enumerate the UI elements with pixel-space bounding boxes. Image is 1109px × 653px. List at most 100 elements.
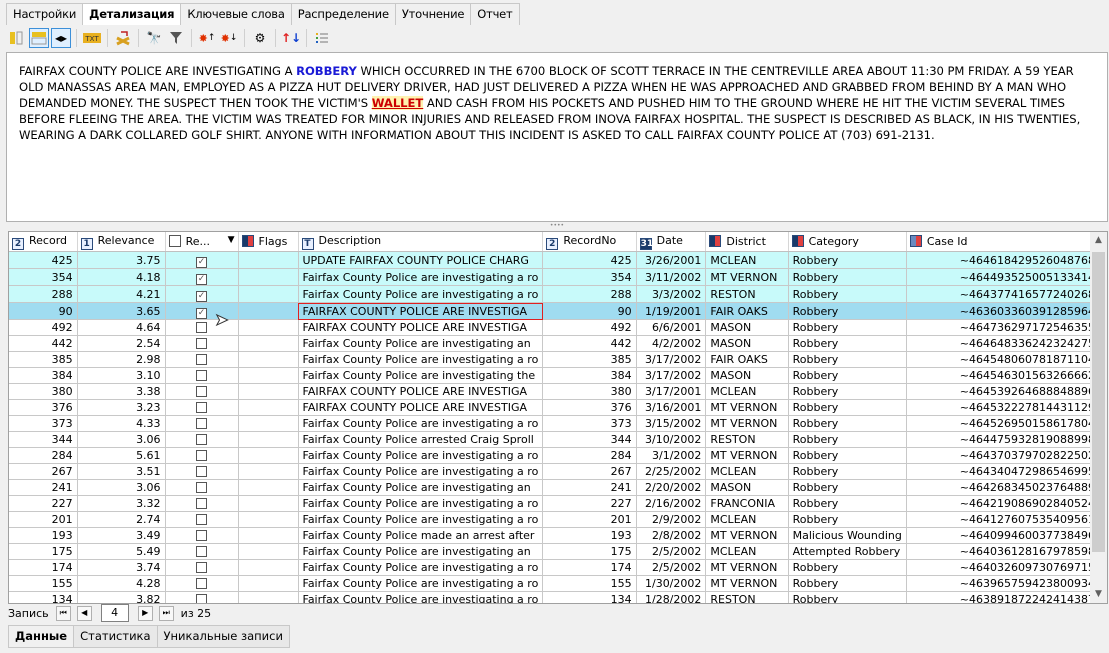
unchecked-checkbox[interactable]: [196, 338, 208, 349]
cell-caseid[interactable]: ~4644935250051334144: [906, 268, 1107, 286]
cell-recordno[interactable]: 175: [542, 543, 637, 560]
cell-caseid[interactable]: ~4639657594238009344: [906, 575, 1107, 592]
cell-flags[interactable]: [238, 591, 299, 603]
cell-record[interactable]: 174: [9, 559, 78, 576]
unchecked-checkbox[interactable]: [196, 386, 208, 397]
unchecked-checkbox[interactable]: [196, 434, 208, 445]
cell-caseid[interactable]: ~4642683450237648896: [906, 479, 1107, 496]
table-row[interactable]: 155 4.28 Fairfax County Police are investi…: [9, 575, 1107, 592]
cell-caseid[interactable]: ~4641276075354095616: [906, 511, 1107, 528]
cell-flags[interactable]: [238, 285, 299, 303]
cell-category[interactable]: Robbery: [788, 479, 907, 496]
cell-selected[interactable]: [165, 447, 239, 464]
cell-district[interactable]: MCLEAN: [705, 251, 789, 269]
cell-record[interactable]: 175: [9, 543, 78, 560]
table-row[interactable]: 442 2.54 Fairfax County Police are investi…: [9, 335, 1107, 352]
cell-district[interactable]: FAIR OAKS: [705, 351, 789, 368]
tab-data[interactable]: Данные: [8, 625, 75, 648]
cell-flags[interactable]: [238, 479, 299, 496]
cell-caseid[interactable]: ~4643774165772402688: [906, 285, 1107, 303]
cell-flags[interactable]: [238, 463, 299, 480]
cell-relevance[interactable]: 3.65: [77, 302, 166, 320]
cell-selected[interactable]: [165, 591, 239, 603]
cell-description[interactable]: Fairfax County Police arrested Craig Spr…: [298, 431, 544, 448]
cell-category[interactable]: Robbery: [788, 431, 907, 448]
cell-category[interactable]: Robbery: [788, 591, 907, 603]
cell-date[interactable]: 3/26/2001: [636, 251, 707, 269]
column-header-recordno[interactable]: 2 RecordNo: [542, 232, 637, 252]
cell-relevance[interactable]: 4.18: [77, 268, 166, 286]
sort-icon[interactable]: ↑ ↓: [281, 28, 301, 48]
cell-selected[interactable]: ✓: [165, 268, 239, 286]
unchecked-checkbox[interactable]: [196, 322, 208, 333]
cell-category[interactable]: Robbery: [788, 351, 907, 368]
cell-selected[interactable]: [165, 367, 239, 384]
cell-caseid[interactable]: ~4642190869028405248: [906, 495, 1107, 512]
cell-recordno[interactable]: 241: [542, 479, 637, 496]
cell-date[interactable]: 2/25/2002: [636, 463, 707, 480]
settings-gear-icon[interactable]: ⚙: [250, 28, 270, 48]
cell-district[interactable]: MASON: [705, 479, 789, 496]
cell-record[interactable]: 373: [9, 415, 78, 432]
cell-selected[interactable]: [165, 495, 239, 512]
cell-caseid[interactable]: ~4643404729865469952: [906, 463, 1107, 480]
cell-flags[interactable]: [238, 495, 299, 512]
cell-relevance[interactable]: 3.38: [77, 383, 166, 400]
cell-description[interactable]: Fairfax County Police are investigating …: [298, 351, 544, 368]
cell-caseid[interactable]: ~4645269501586178048: [906, 415, 1107, 432]
tab-statistics[interactable]: Статистика: [73, 625, 158, 648]
scroll-up-icon[interactable]: ▲: [1090, 232, 1107, 249]
cell-district[interactable]: MASON: [705, 335, 789, 352]
table-row[interactable]: 288 4.21 ✓ Fairfax County Police are invest…: [9, 285, 1107, 303]
cell-date[interactable]: 3/1/2002: [636, 447, 707, 464]
cell-category[interactable]: Robbery: [788, 463, 907, 480]
unchecked-checkbox[interactable]: [196, 466, 208, 477]
cell-recordno[interactable]: 354: [542, 268, 637, 286]
table-view-icon[interactable]: [29, 28, 49, 48]
cell-description[interactable]: FAIRFAX COUNTY POLICE ARE INVESTIGA: [298, 302, 544, 320]
cell-flags[interactable]: [238, 319, 299, 336]
tab-settings[interactable]: Настройки: [6, 3, 84, 25]
cell-district[interactable]: MT VERNON: [705, 268, 789, 286]
cell-description[interactable]: Fairfax County Police are investigating …: [298, 463, 544, 480]
checked-checkbox[interactable]: ✓: [196, 308, 208, 319]
table-row[interactable]: 284 5.61 Fairfax County Police are investi…: [9, 447, 1107, 464]
cell-district[interactable]: MT VERNON: [705, 559, 789, 576]
cell-category[interactable]: Robbery: [788, 399, 907, 416]
cell-district[interactable]: MCLEAN: [705, 511, 789, 528]
cell-date[interactable]: 3/3/2002: [636, 285, 707, 303]
scroll-down-icon[interactable]: ▼: [1090, 586, 1107, 603]
table-row[interactable]: 492 4.64 FAIRFAX COUNTY POLICE ARE INVESTI…: [9, 319, 1107, 336]
cell-relevance[interactable]: 4.64: [77, 319, 166, 336]
cell-description[interactable]: Fairfax County Police are investigating …: [298, 335, 544, 352]
cell-district[interactable]: MT VERNON: [705, 399, 789, 416]
table-row[interactable]: 380 3.38 FAIRFAX COUNTY POLICE ARE INVESTI…: [9, 383, 1107, 400]
tab-refinement[interactable]: Уточнение: [394, 3, 472, 25]
cell-category[interactable]: Robbery: [788, 383, 907, 400]
cell-caseid[interactable]: ~4645463015632666624: [906, 367, 1107, 384]
cell-description[interactable]: Fairfax County Police are investigating …: [298, 268, 544, 286]
table-row[interactable]: 267 3.51 Fairfax County Police are investi…: [9, 463, 1107, 480]
cell-selected[interactable]: ✓: [165, 285, 239, 303]
cell-flags[interactable]: [238, 251, 299, 269]
cell-relevance[interactable]: 4.28: [77, 575, 166, 592]
tab-distribution[interactable]: Распределение: [290, 3, 396, 25]
cell-recordno[interactable]: 267: [542, 463, 637, 480]
cell-selected[interactable]: [165, 415, 239, 432]
cell-caseid[interactable]: ~4640326097307697152: [906, 559, 1107, 576]
cell-flags[interactable]: [238, 559, 299, 576]
cell-recordno[interactable]: 376: [542, 399, 637, 416]
cell-flags[interactable]: [238, 268, 299, 286]
table-row[interactable]: 354 4.18 ✓ Fairfax County Police are invest…: [9, 268, 1107, 286]
cell-date[interactable]: 3/16/2001: [636, 399, 707, 416]
table-row[interactable]: 425 3.75 ✓ UPDATE FAIRFAX COUNTY POLICE CHA…: [9, 251, 1107, 269]
cell-record[interactable]: 201: [9, 511, 78, 528]
last-record-button[interactable]: ⏭: [158, 605, 174, 621]
cell-flags[interactable]: [238, 431, 299, 448]
cell-caseid[interactable]: ~4640994600377384960: [906, 527, 1107, 544]
cell-date[interactable]: 3/15/2002: [636, 415, 707, 432]
cell-category[interactable]: Robbery: [788, 495, 907, 512]
cell-category[interactable]: Robbery: [788, 367, 907, 384]
cell-district[interactable]: RESTON: [705, 431, 789, 448]
cell-category[interactable]: Robbery: [788, 251, 907, 269]
